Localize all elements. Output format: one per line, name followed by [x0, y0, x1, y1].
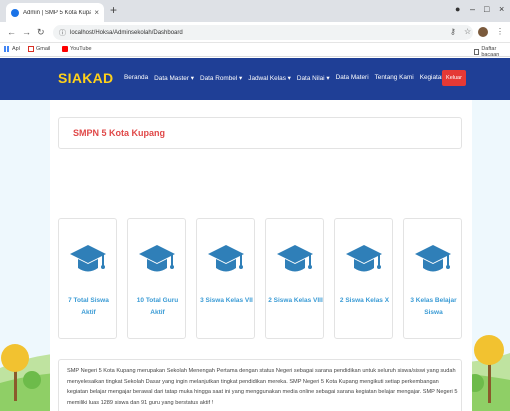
back-arrow-icon[interactable]: ← — [7, 27, 16, 37]
dashboard-container: SMPN 5 Kota Kupang 7 Total Siswa Aktif 1… — [50, 100, 472, 411]
address-bar-row: ← → ↻ ⓘ localhost/Hoksa/Adminsekolah/Das… — [0, 22, 510, 43]
main-navbar: SIAKAD Beranda Data Master ▾ Data Rombel… — [0, 58, 510, 100]
url-text: localhost/Hoksa/Adminsekolah/Dashboard — [70, 29, 183, 36]
logout-button[interactable]: Keluar — [442, 70, 466, 86]
maximize-button[interactable]: □ — [484, 4, 489, 14]
bookmark-apps[interactable]: Apl — [4, 46, 20, 52]
bookmark-youtube[interactable]: YouTube — [62, 46, 92, 52]
graduation-cap-icon — [208, 245, 244, 272]
graduation-cap-icon — [415, 245, 451, 272]
stat-card-total-siswa[interactable]: 7 Total Siswa Aktif — [58, 218, 117, 339]
bookmark-label: Gmail — [36, 46, 51, 52]
bookmarks-bar: Apl Gmail YouTube Daftar bacaan — [0, 43, 510, 58]
reload-icon[interactable]: ↻ — [37, 27, 45, 38]
forward-arrow-icon[interactable]: → — [22, 27, 31, 37]
nav-item-jadwal-kelas[interactable]: Jadwal Kelas ▾ — [248, 74, 291, 82]
tab-favicon-icon — [11, 8, 19, 17]
stat-label: 3 Kelas Belajar Siswa — [410, 297, 457, 316]
browser-tab[interactable]: Admin | SMP 5 Kota Kupang × — [6, 3, 104, 22]
school-title: SMPN 5 Kota Kupang — [73, 128, 166, 138]
school-description: SMP Negeri 5 Kota Kupang merupakan Sekol… — [67, 368, 458, 406]
nav-item-data-nilai[interactable]: Data Nilai ▾ — [297, 74, 330, 82]
bookmark-label: Apl — [12, 46, 20, 52]
key-icon[interactable]: ⚷ — [450, 27, 456, 36]
school-description-card: SMP Negeri 5 Kota Kupang merupakan Sekol… — [58, 359, 462, 411]
youtube-icon — [62, 46, 68, 52]
stat-label: 2 Siswa Kelas X — [339, 297, 390, 304]
bookmark-gmail[interactable]: Gmail — [28, 46, 50, 52]
nav-item-data-rombel[interactable]: Data Rombel ▾ — [200, 74, 242, 82]
reading-list-label: Daftar bacaan — [481, 46, 500, 58]
browser-tab-bar: Admin | SMP 5 Kota Kupang × + ● – □ × — [0, 0, 510, 22]
stat-label: 10 Total Guru Aktif — [136, 297, 179, 316]
stat-card-kelas-viii[interactable]: 2 Siswa Kelas VIII — [265, 218, 324, 339]
stat-label: 2 Siswa Kelas VIII — [268, 297, 323, 304]
stat-card-kelas-vii[interactable]: 3 Siswa Kelas VII — [196, 218, 255, 339]
stat-card-kelas-x[interactable]: 2 Siswa Kelas X — [334, 218, 393, 339]
star-icon[interactable]: ☆ — [464, 27, 471, 36]
graduation-cap-icon — [139, 245, 175, 272]
web-page: SIAKAD Beranda Data Master ▾ Data Rombel… — [0, 58, 510, 411]
reading-list-button[interactable]: Daftar bacaan — [474, 46, 510, 58]
nav-menu: Beranda Data Master ▾ Data Rombel ▾ Jadw… — [124, 74, 445, 82]
url-input[interactable]: ⓘ localhost/Hoksa/Adminsekolah/Dashboard — [53, 25, 473, 40]
stat-card-kelas-belajar[interactable]: 3 Kelas Belajar Siswa — [403, 218, 462, 339]
brand-logo[interactable]: SIAKAD — [58, 70, 113, 86]
nav-item-data-materi[interactable]: Data Materi — [336, 74, 369, 82]
profile-circle-icon[interactable]: ● — [455, 4, 460, 14]
tab-close-icon[interactable]: × — [94, 8, 99, 17]
nav-item-tentang-kami[interactable]: Tentang Kami — [375, 74, 414, 82]
close-window-button[interactable]: × — [499, 4, 504, 14]
graduation-cap-icon — [70, 245, 106, 272]
minimize-button[interactable]: – — [470, 4, 475, 14]
graduation-cap-icon — [277, 245, 313, 272]
school-name-card: SMPN 5 Kota Kupang — [58, 117, 462, 149]
gmail-icon — [28, 46, 34, 52]
menu-dots-icon[interactable]: ⋮ — [496, 27, 504, 36]
tab-title: Admin | SMP 5 Kota Kupang — [23, 9, 92, 16]
site-info-icon[interactable]: ⓘ — [59, 28, 66, 38]
reading-list-icon — [474, 49, 480, 55]
bookmark-label: YouTube — [70, 46, 92, 52]
avatar[interactable] — [478, 27, 488, 37]
graduation-cap-icon — [346, 245, 382, 272]
nav-item-beranda[interactable]: Beranda — [124, 74, 148, 82]
new-tab-button[interactable]: + — [110, 3, 117, 17]
apps-grid-icon — [4, 46, 10, 52]
nav-item-data-master[interactable]: Data Master ▾ — [154, 74, 194, 82]
stat-label: 3 Siswa Kelas VII — [200, 297, 253, 304]
stat-label: 7 Total Siswa Aktif — [68, 297, 109, 316]
stat-card-total-guru[interactable]: 10 Total Guru Aktif — [127, 218, 186, 339]
